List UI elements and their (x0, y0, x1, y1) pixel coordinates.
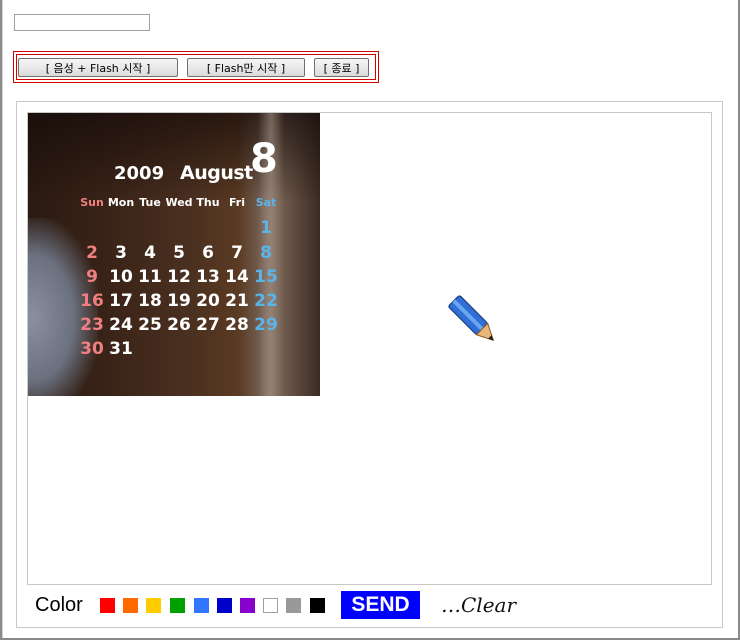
color-swatch[interactable] (123, 598, 138, 613)
calendar-day: 25 (138, 315, 162, 335)
color-swatch[interactable] (286, 598, 301, 613)
calendar-day: 18 (138, 291, 162, 311)
calendar-weekday-tue: Tue (139, 196, 161, 209)
calendar-day: 4 (144, 243, 156, 263)
calendar-day: 14 (225, 267, 249, 287)
calendar-day: 28 (225, 315, 249, 335)
control-button-group: [ 음성 + Flash 시작 ] [ Flash만 시작 ] [ 종료 ] (13, 51, 379, 83)
calendar-day: 11 (138, 267, 162, 287)
calendar-day: 7 (231, 243, 243, 263)
calendar-day: 24 (109, 315, 133, 335)
calendar-day: 31 (109, 339, 133, 359)
calendar-day: 3 (115, 243, 127, 263)
color-swatch[interactable] (217, 598, 232, 613)
calendar-weekday-fri: Fri (228, 196, 245, 209)
calendar-weekday-sun: Sun (80, 196, 104, 209)
clear-button[interactable]: …Clear (441, 592, 516, 618)
pencil-icon (448, 295, 495, 342)
color-label: Color (35, 594, 83, 616)
calendar-year: 2009 (114, 163, 165, 184)
color-swatch[interactable] (146, 598, 161, 613)
calendar-month: August (180, 162, 253, 184)
color-swatch[interactable] (194, 598, 209, 613)
calendar-day: 6 (202, 243, 214, 263)
calendar-day: 5 (173, 243, 185, 263)
calendar-day: 1 (260, 218, 272, 238)
calendar-day: 12 (167, 267, 191, 287)
calendar-month-number: 8 (250, 136, 278, 182)
calendar-day: 22 (254, 291, 278, 311)
voice-flash-start-button[interactable]: [ 음성 + Flash 시작 ] (18, 58, 178, 77)
calendar-day: 23 (80, 315, 104, 335)
window-border-left-inner (2, 0, 3, 640)
calendar-day: 17 (109, 291, 133, 311)
calendar-day: 27 (196, 315, 220, 335)
calendar-day: 10 (109, 267, 133, 287)
calendar-day: 2 (86, 243, 98, 263)
calendar-weekday-mon: Mon (107, 196, 135, 209)
send-button[interactable]: SEND (341, 591, 420, 619)
stop-button[interactable]: [ 종료 ] (314, 58, 369, 77)
calendar-day: 8 (260, 243, 272, 263)
calendar-day: 13 (196, 267, 220, 287)
flash-only-start-button[interactable]: [ Flash만 시작 ] (187, 58, 305, 77)
calendar-weekday-wed: Wed (165, 196, 193, 209)
calendar-day: 9 (86, 267, 98, 287)
calendar-weekday-sat: Sat (255, 196, 277, 209)
calendar-image: 2009 August 8 Sun Mon Tue Wed Thu Fri Sat 1 2 3 4 5… (28, 113, 320, 396)
calendar-day: 20 (196, 291, 220, 311)
color-swatch[interactable] (310, 598, 325, 613)
calendar-day: 15 (254, 267, 278, 287)
calendar-day: 19 (167, 291, 191, 311)
calendar-weekday-thu: Thu (196, 196, 220, 209)
calendar-day: 16 (80, 291, 104, 311)
color-swatch[interactable] (100, 598, 115, 613)
color-swatch[interactable] (240, 598, 255, 613)
top-text-input[interactable] (14, 14, 150, 31)
calendar-day: 30 (80, 339, 104, 359)
calendar-day: 21 (225, 291, 249, 311)
calendar-day: 29 (254, 315, 278, 335)
calendar-day: 26 (167, 315, 191, 335)
color-swatch[interactable] (170, 598, 185, 613)
color-swatch[interactable] (263, 598, 278, 613)
